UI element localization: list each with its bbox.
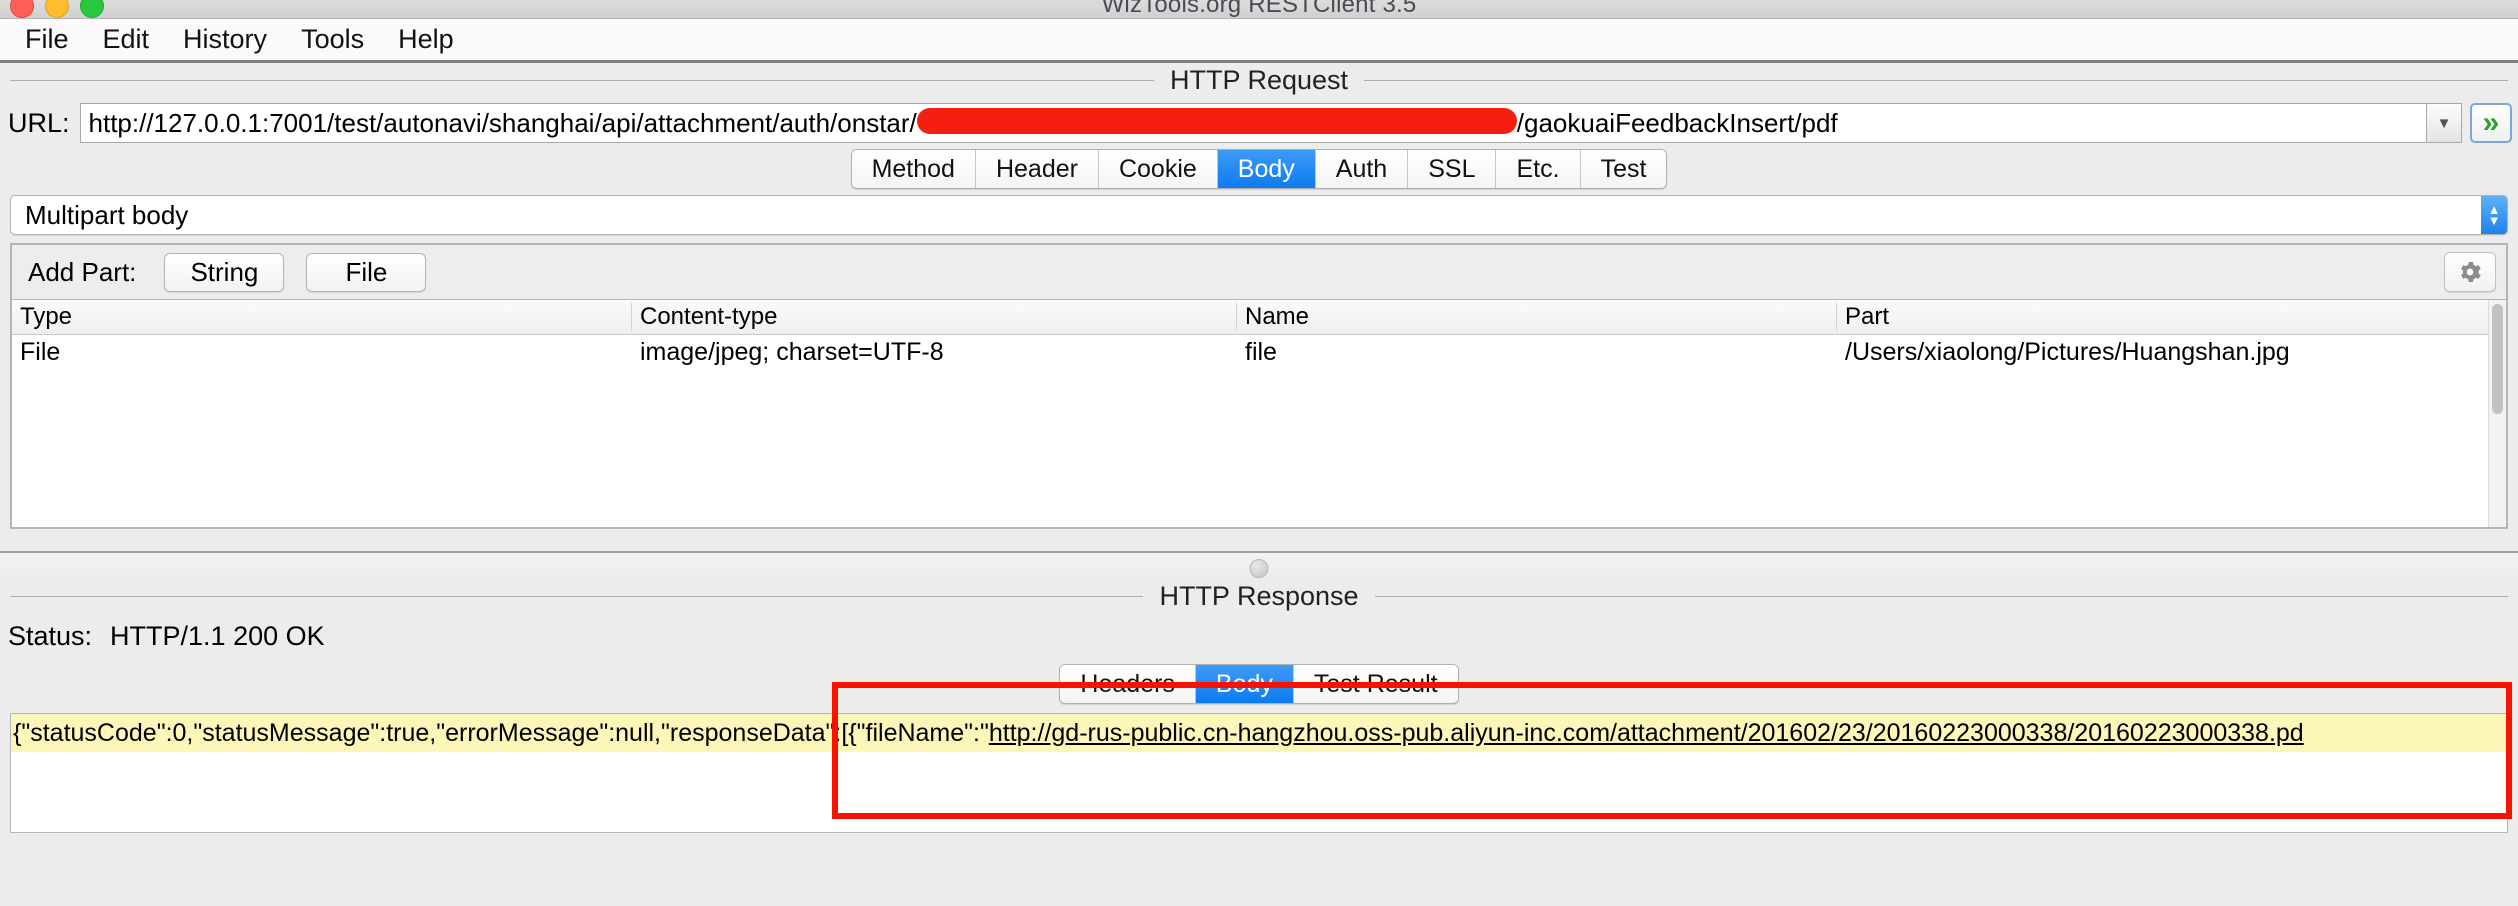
tab-etc[interactable]: Etc. xyxy=(1496,150,1581,188)
settings-button[interactable] xyxy=(2444,252,2496,292)
cell-part: /Users/xiaolong/Pictures/Huangshan.jpg xyxy=(1845,337,2290,366)
url-combo-box[interactable]: http://127.0.0.1:7001/test/autonavi/shan… xyxy=(79,103,2462,143)
scrollbar-thumb[interactable] xyxy=(2492,304,2503,414)
http-request-section-header: HTTP Request xyxy=(0,63,2518,97)
send-request-button[interactable]: » xyxy=(2470,103,2512,143)
add-part-label: Add Part: xyxy=(28,256,137,287)
response-status-row: Status: HTTP/1.1 200 OK xyxy=(0,613,2518,659)
body-type-row: Multipart body ▲ ▼ xyxy=(10,195,2508,235)
cell-type: File xyxy=(20,337,61,366)
tab-method[interactable]: Method xyxy=(851,150,976,188)
response-tabs[interactable]: Headers Body Test Result xyxy=(1059,664,1459,704)
url-redaction-overlay xyxy=(916,108,1517,134)
body-type-select[interactable]: Multipart body ▲ ▼ xyxy=(10,195,2508,235)
window-title-bar: WizTools.org RESTClient 3.5 xyxy=(0,0,2518,19)
menu-item-tools[interactable]: Tools xyxy=(284,24,381,55)
add-file-part-button[interactable]: File xyxy=(306,252,427,292)
status-label: Status: xyxy=(8,620,93,651)
request-response-splitter[interactable] xyxy=(0,551,2518,579)
cell-content-type: image/jpeg; charset=UTF-8 xyxy=(640,337,944,366)
tab-header[interactable]: Header xyxy=(975,150,1099,188)
menu-item-edit[interactable]: Edit xyxy=(86,24,167,55)
response-body-viewer[interactable]: {"statusCode":0,"statusMessage":true,"er… xyxy=(10,713,2508,833)
status-value: HTTP/1.1 200 OK xyxy=(102,620,2518,652)
window-title: WizTools.org RESTClient 3.5 xyxy=(1101,0,1417,18)
rule-right xyxy=(1374,595,2508,597)
url-label: URL: xyxy=(8,107,70,138)
column-header-type[interactable]: Type xyxy=(12,303,632,331)
rule-left xyxy=(10,595,1144,597)
gear-icon xyxy=(2461,262,2481,282)
tab-auth[interactable]: Auth xyxy=(1315,150,1409,188)
parts-table-scrollbar[interactable] xyxy=(2488,300,2506,527)
url-text-suffix: /gaokuaiFeedbackInsert/pdf xyxy=(1516,107,1838,138)
http-response-section-header: HTTP Response xyxy=(0,579,2518,613)
table-row[interactable]: File image/jpeg; charset=UTF-8 file /Use… xyxy=(12,335,2488,369)
multipart-parts-table: Type Content-type Name Part File image/j… xyxy=(10,299,2508,529)
request-tabs[interactable]: Method Header Cookie Body Auth SSL Etc. … xyxy=(850,149,1668,189)
request-body-panel: Multipart body ▲ ▼ Add Part: String File… xyxy=(10,195,2508,541)
tab-body[interactable]: Body xyxy=(1217,150,1316,188)
response-body-text: {"statusCode":0,"statusMessage":true,"er… xyxy=(11,714,2507,752)
tab-test[interactable]: Test xyxy=(1580,150,1667,188)
column-header-part[interactable]: Part xyxy=(1837,303,2488,331)
chevron-down-icon[interactable]: ▼ xyxy=(2426,103,2462,143)
response-json-prefix: {"statusCode":0,"statusMessage":true,"er… xyxy=(13,719,989,747)
chevron-down-icon: ▼ xyxy=(2487,213,2501,228)
column-header-name[interactable]: Name xyxy=(1237,303,1837,331)
rule-right xyxy=(1364,79,2509,81)
body-type-value: Multipart body xyxy=(25,199,189,230)
menu-item-file[interactable]: File xyxy=(8,24,86,55)
menu-item-history[interactable]: History xyxy=(166,24,284,55)
response-tab-headers[interactable]: Headers xyxy=(1060,665,1196,703)
http-request-title: HTTP Request xyxy=(1169,64,1349,95)
http-response-title: HTTP Response xyxy=(1159,580,1359,611)
url-input[interactable]: http://127.0.0.1:7001/test/autonavi/shan… xyxy=(79,103,2426,143)
rule-left xyxy=(10,79,1154,81)
response-tab-body[interactable]: Body xyxy=(1195,665,1294,703)
tab-ssl[interactable]: SSL xyxy=(1408,150,1497,188)
menu-item-help[interactable]: Help xyxy=(381,24,471,55)
menu-bar: File Edit History Tools Help xyxy=(0,19,2518,63)
response-tab-strip: Headers Body Test Result xyxy=(0,663,2518,705)
column-header-content-type[interactable]: Content-type xyxy=(632,303,1237,331)
request-tab-strip: Method Header Cookie Body Auth SSL Etc. … xyxy=(0,149,2518,189)
table-header-row: Type Content-type Name Part xyxy=(12,300,2488,335)
parts-table: Type Content-type Name Part File image/j… xyxy=(12,300,2488,527)
url-row: URL: http://127.0.0.1:7001/test/autonavi… xyxy=(0,97,2518,149)
stepper-arrows-icon[interactable]: ▲ ▼ xyxy=(2481,196,2507,234)
double-chevron-right-icon: » xyxy=(2482,106,2500,139)
add-string-part-button[interactable]: String xyxy=(164,252,285,292)
add-part-toolbar: Add Part: String File xyxy=(10,243,2508,299)
response-file-url-link[interactable]: http://gd-rus-public.cn-hangzhou.oss-pub… xyxy=(989,719,2304,747)
splitter-handle-icon[interactable] xyxy=(1249,559,1269,578)
response-tab-test-result[interactable]: Test Result xyxy=(1293,665,1458,703)
cell-name: file xyxy=(1245,337,1277,366)
url-text-prefix: http://127.0.0.1:7001/test/autonavi/shan… xyxy=(88,107,917,138)
tab-cookie[interactable]: Cookie xyxy=(1098,150,1218,188)
